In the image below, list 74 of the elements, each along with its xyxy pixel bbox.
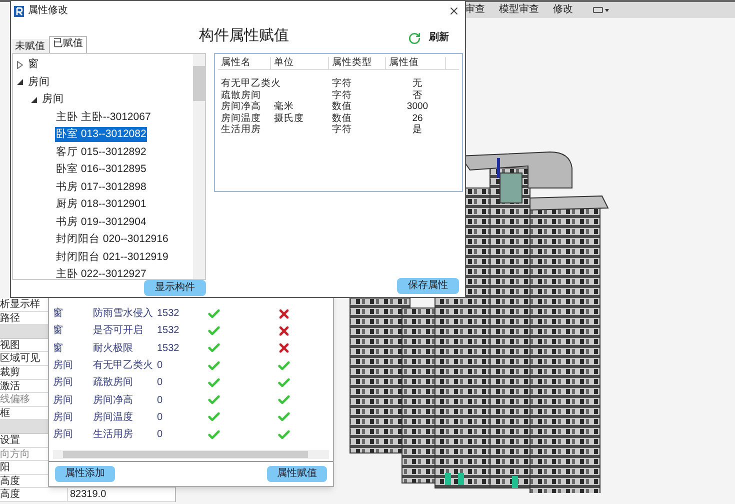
- tree-item[interactable]: 书房 017--3012898: [55, 180, 148, 195]
- table-cell: 无: [412, 78, 422, 89]
- table-cell: 毫米: [274, 101, 294, 112]
- show-button[interactable]: 显示构件: [144, 280, 206, 296]
- refresh-icon: [408, 32, 421, 44]
- table-cell: 是: [412, 124, 422, 135]
- table-cell-text: 防雨雪水侵入: [93, 306, 154, 322]
- table-cell-text: 窗: [53, 324, 64, 338]
- table-cell: 生活用房: [221, 124, 261, 135]
- tree-item[interactable]: 房间: [27, 74, 51, 90]
- ribbon-tab[interactable]: 模型审查: [499, 3, 539, 17]
- tree-item[interactable]: 卧室 016--3012895: [55, 162, 148, 178]
- table-cell: 3000: [406, 101, 428, 112]
- table-cell: 摄氏度: [274, 112, 304, 124]
- table-cell-text: 0: [157, 359, 164, 374]
- table-cell-text: 0: [157, 394, 164, 408]
- collapsed-arrow-icon[interactable]: [17, 60, 23, 69]
- column-header: 单位: [271, 57, 329, 69]
- save-button[interactable]: 保存属性: [397, 278, 459, 294]
- dialog-heading: 构件属性赋值: [199, 26, 289, 46]
- tree-item[interactable]: 客厅 015--3012892: [55, 144, 148, 160]
- property-label: 高度: [0, 488, 68, 501]
- action-button[interactable]: 属性添加: [55, 466, 115, 482]
- tree-item[interactable]: 主卧 022--3012927: [55, 267, 148, 279]
- table-cell-text: 有无甲乙类火: [93, 358, 154, 374]
- app-logo-icon: [14, 6, 24, 16]
- column-header: 属性类型: [329, 57, 386, 69]
- tree-item[interactable]: 封闭阳台 021--3012919: [55, 250, 170, 265]
- table-cell: 字符: [332, 78, 352, 89]
- ribbon-tab[interactable]: 审查: [465, 3, 485, 17]
- table-cell-text: 1532: [157, 307, 180, 322]
- tab[interactable]: 未赋值: [11, 39, 49, 53]
- close-icon[interactable]: [448, 5, 460, 17]
- tree-item[interactable]: 窗: [27, 57, 40, 72]
- tree-item[interactable]: 书房 019--3012904: [55, 214, 148, 230]
- table-cell: 数值: [332, 112, 352, 124]
- tree-item[interactable]: 厨房 018--3012901: [55, 197, 148, 212]
- table-cell-text: 房间温度: [93, 410, 134, 425]
- tree-item[interactable]: 卧室 013--3012082: [55, 127, 148, 142]
- table-cell: 数值: [332, 101, 352, 112]
- window-title: 属性修改: [28, 4, 69, 18]
- table-cell: 房间温度: [221, 112, 261, 124]
- table-cell-text: 耐火极限: [93, 342, 134, 356]
- table-cell: 房间净高: [221, 101, 261, 112]
- table-cell-text: 1532: [157, 342, 180, 356]
- tab[interactable]: 已赋值: [49, 36, 87, 53]
- table-cell-text: 是否可开启: [93, 324, 144, 338]
- expanded-arrow-icon[interactable]: [17, 79, 23, 86]
- table-cell-text: 疏散房间: [93, 376, 134, 390]
- tree-item[interactable]: 房间: [41, 92, 65, 108]
- tree-item[interactable]: 主卧 主卧--3012067: [55, 110, 152, 125]
- refresh-button[interactable]: 刷新: [408, 31, 449, 45]
- table-cell: 字符: [332, 90, 352, 100]
- table-cell-text: 1532: [157, 324, 180, 338]
- table-cell: 26: [412, 112, 423, 124]
- action-button[interactable]: 属性赋值: [267, 466, 327, 482]
- table-cell-text: 0: [157, 376, 164, 390]
- table-cell: 否: [412, 90, 422, 100]
- table-cell: 疏散房间: [221, 90, 261, 100]
- vertical-scrollbar[interactable]: [193, 54, 205, 279]
- horizontal-scrollbar[interactable]: [53, 450, 329, 459]
- column-header: 属性值: [386, 57, 446, 69]
- ribbon-tab[interactable]: 修改: [553, 3, 573, 17]
- expanded-arrow-icon[interactable]: [31, 96, 37, 103]
- tree-item[interactable]: 封闭阳台 020--3012916: [55, 232, 170, 248]
- table-cell-text: 0: [157, 428, 164, 442]
- column-header: 属性名: [218, 57, 271, 69]
- dropdown-icon[interactable]: [593, 7, 609, 13]
- table-cell: 有无甲乙类火: [221, 78, 281, 89]
- table-cell: 字符: [332, 124, 352, 135]
- property-value: 82319.0: [69, 488, 106, 501]
- table-cell-text: 房间净高: [93, 394, 134, 408]
- table-cell-text: 0: [157, 410, 164, 425]
- table-cell-text: 生活用房: [93, 428, 134, 442]
